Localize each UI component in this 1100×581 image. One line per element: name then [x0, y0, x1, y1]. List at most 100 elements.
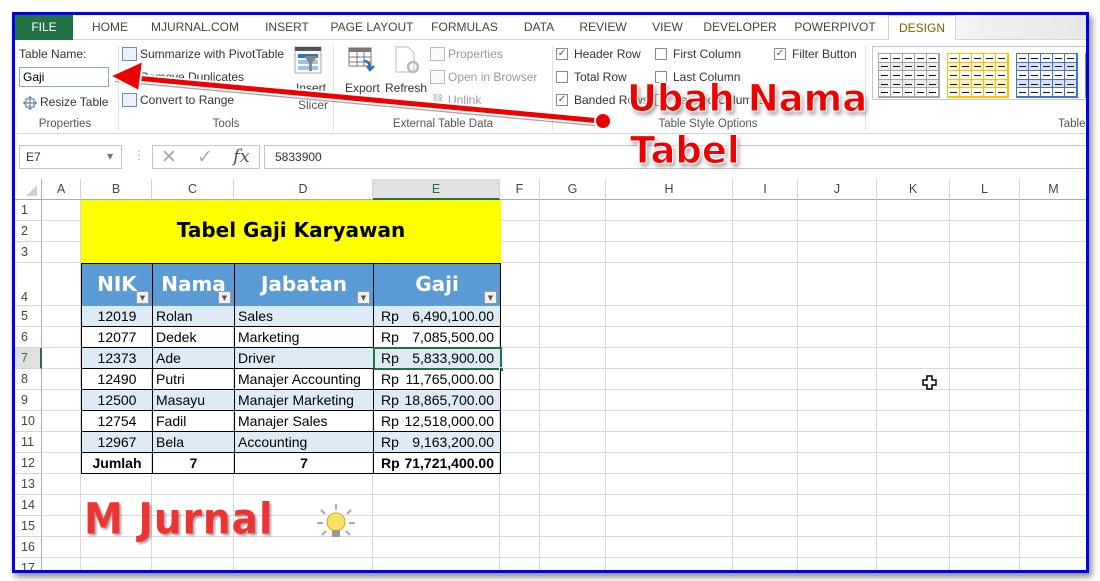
header-row-checkbox[interactable]: ✓: [556, 48, 568, 60]
column-header-c[interactable]: C: [152, 179, 234, 200]
name-box-dropdown-icon[interactable]: ▼: [107, 152, 113, 161]
cell-nik[interactable]: 12373: [82, 348, 153, 369]
worksheet-grid[interactable]: ABCDEFGHIJKLM 1 2 3 4 5 6 7 8 9 10 11 12 13 14 15 16 17 …: [15, 179, 1086, 570]
cell-jabatan[interactable]: Sales: [235, 306, 374, 327]
cell-jabatan[interactable]: Driver: [235, 348, 374, 369]
tab-home[interactable]: HOME: [85, 15, 135, 40]
cell-gaji[interactable]: Rp 9,163,200.00: [374, 432, 501, 453]
row-header-5[interactable]: 5: [15, 306, 42, 327]
tab-mjurnal[interactable]: MJURNAL.COM: [145, 15, 245, 40]
row-header-1[interactable]: 1: [15, 200, 42, 221]
row-header-15[interactable]: 15: [15, 516, 42, 537]
filter-dropdown-icon[interactable]: ▼: [484, 291, 497, 304]
total-row-checkbox[interactable]: [556, 71, 568, 83]
tab-file[interactable]: FILE: [15, 15, 73, 40]
convert-to-range-button[interactable]: Convert to Range: [140, 93, 234, 107]
column-header-e[interactable]: E: [373, 179, 500, 200]
row-header-4[interactable]: 4: [15, 263, 42, 306]
table-style-swatch-gold[interactable]: [947, 53, 1009, 98]
tab-formulas[interactable]: FORMULAS: [427, 15, 502, 40]
cell-nik[interactable]: 12019: [82, 306, 153, 327]
cell-nama[interactable]: Masayu: [153, 390, 235, 411]
tab-insert[interactable]: INSERT: [257, 15, 317, 40]
refresh-button[interactable]: Refresh: [385, 81, 427, 95]
column-header-d[interactable]: D: [234, 179, 373, 200]
table-header-jabatan[interactable]: Jabatan ▼: [234, 263, 374, 307]
unlink-button[interactable]: Unlink: [448, 93, 481, 107]
column-header-h[interactable]: H: [606, 179, 733, 200]
column-header-a[interactable]: A: [42, 179, 81, 200]
row-header-17[interactable]: 17: [15, 558, 42, 570]
row-header-8[interactable]: 8: [15, 369, 42, 390]
row-header-11[interactable]: 11: [15, 432, 42, 453]
enter-icon[interactable]: ✓: [197, 146, 213, 168]
row-header-6[interactable]: 6: [15, 327, 42, 348]
column-header-f[interactable]: F: [500, 179, 540, 200]
cell-gaji[interactable]: Rp 11,765,000.00: [374, 369, 501, 390]
column-header-m[interactable]: M: [1020, 179, 1086, 200]
row-header-7[interactable]: 7: [15, 348, 42, 369]
cell-nama[interactable]: Fadil: [153, 411, 235, 432]
resize-table-button[interactable]: Resize Table: [40, 95, 108, 109]
select-all-button[interactable]: [15, 179, 42, 200]
insert-function-icon[interactable]: fx: [233, 146, 250, 168]
cell-jabatan[interactable]: Accounting: [235, 432, 374, 453]
table-style-swatch-green[interactable]: [1085, 53, 1086, 98]
cell-nik[interactable]: 12754: [82, 411, 153, 432]
cell-gaji[interactable]: Rp 7,085,500.00: [374, 327, 501, 348]
column-header-j[interactable]: J: [798, 179, 877, 200]
cell-nik[interactable]: 12490: [82, 369, 153, 390]
column-header-l[interactable]: L: [950, 179, 1020, 200]
row-header-14[interactable]: 14: [15, 495, 42, 516]
row-header-10[interactable]: 10: [15, 411, 42, 432]
cell-jabatan[interactable]: Manajer Accounting: [235, 369, 374, 390]
cell-nama[interactable]: Ade: [153, 348, 235, 369]
table-header-nama[interactable]: Nama ▼: [152, 263, 235, 307]
column-header-i[interactable]: I: [733, 179, 798, 200]
cell-gaji[interactable]: Rp 12,518,000.00: [374, 411, 501, 432]
cell-nama[interactable]: Putri: [153, 369, 235, 390]
cell-jabatan[interactable]: Manajer Sales: [235, 411, 374, 432]
filter-button-checkbox[interactable]: ✓: [774, 48, 786, 60]
tab-view[interactable]: VIEW: [645, 15, 690, 40]
row-header-9[interactable]: 9: [15, 390, 42, 411]
row-header-13[interactable]: 13: [15, 474, 42, 495]
open-in-browser-button[interactable]: Open in Browser: [448, 70, 537, 84]
cell-jabatan[interactable]: Manajer Marketing: [235, 390, 374, 411]
table-style-swatch-blue[interactable]: [1016, 53, 1078, 98]
cell-gaji[interactable]: Rp 6,490,100.00: [374, 306, 501, 327]
cell-nik[interactable]: 12967: [82, 432, 153, 453]
cell-nama[interactable]: Bela: [153, 432, 235, 453]
tab-design[interactable]: DESIGN: [888, 15, 956, 41]
cell-nama[interactable]: Rolan: [153, 306, 235, 327]
summarize-pivottable-button[interactable]: Summarize with PivotTable: [140, 47, 284, 61]
total-nama-count[interactable]: 7: [153, 453, 235, 474]
column-header-b[interactable]: B: [81, 179, 152, 200]
tab-developer[interactable]: DEVELOPER: [699, 15, 781, 40]
row-header-16[interactable]: 16: [15, 537, 42, 558]
cancel-icon[interactable]: ✕: [161, 146, 177, 168]
cell-jabatan[interactable]: Marketing: [235, 327, 374, 348]
table-header-gaji[interactable]: Gaji ▼: [373, 263, 501, 307]
filter-dropdown-icon[interactable]: ▼: [357, 291, 370, 304]
tab-data[interactable]: DATA: [515, 15, 563, 40]
row-header-2[interactable]: 2: [15, 221, 42, 242]
banded-rows-checkbox[interactable]: ✓: [556, 94, 568, 106]
properties-button[interactable]: Properties: [448, 47, 503, 61]
first-column-checkbox[interactable]: [655, 48, 667, 60]
table-name-input[interactable]: Gaji: [19, 67, 109, 87]
insert-slicer-button[interactable]: Insert: [296, 81, 326, 95]
row-header-3[interactable]: 3: [15, 242, 42, 263]
table-style-swatch-gray[interactable]: [878, 53, 940, 98]
tab-powerpivot[interactable]: POWERPIVOT: [790, 15, 880, 40]
title-cell[interactable]: Tabel Gaji Karyawan: [81, 200, 501, 263]
remove-duplicates-button[interactable]: Remove Duplicates: [140, 70, 244, 84]
total-jabatan-count[interactable]: 7: [235, 453, 374, 474]
cell-nik[interactable]: 12500: [82, 390, 153, 411]
filter-dropdown-icon[interactable]: ▼: [136, 291, 149, 304]
cell-nama[interactable]: Dedek: [153, 327, 235, 348]
column-header-k[interactable]: K: [877, 179, 950, 200]
row-header-12[interactable]: 12: [15, 453, 42, 474]
total-gaji[interactable]: Rp 71,721,400.00: [374, 453, 501, 474]
export-button[interactable]: Export: [345, 81, 380, 95]
